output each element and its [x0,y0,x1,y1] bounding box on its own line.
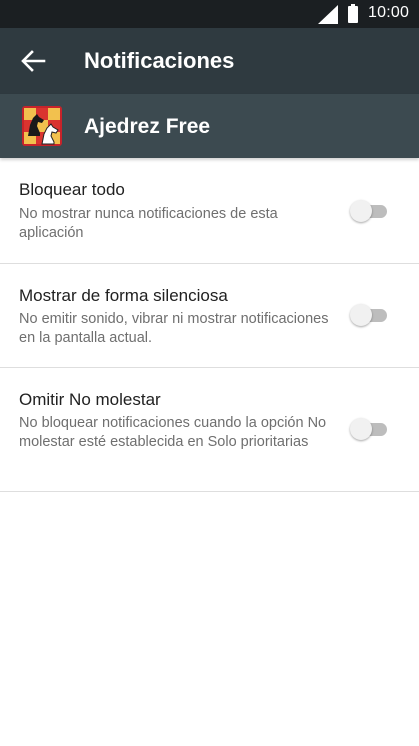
override-dnd-toggle[interactable] [350,418,388,440]
setting-description: No mostrar nunca notificaciones de esta … [19,206,278,241]
back-button[interactable] [20,49,46,73]
show-silently-toggle[interactable] [350,304,388,326]
setting-description: No emitir sonido, vibrar ni mostrar noti… [19,311,329,346]
status-bar: 10:00 [0,0,419,28]
setting-title: Mostrar de forma silenciosa [19,286,228,305]
page-title: Notificaciones [84,48,235,73]
setting-block-all[interactable]: Bloquear todo No mostrar nunca notificac… [0,158,419,264]
app-header: Ajedrez Free [0,94,419,158]
setting-description: No bloquear notificaciones cuando la opc… [19,415,327,450]
block-all-toggle[interactable] [350,200,388,222]
signal-icon [318,5,338,24]
setting-title: Omitir No molestar [19,390,161,409]
setting-override-dnd[interactable]: Omitir No molestar No bloquear notificac… [0,368,419,492]
battery-icon [348,4,358,23]
chess-knight-icon [22,106,62,146]
app-name: Ajedrez Free [84,115,211,138]
setting-title: Bloquear todo [19,180,125,199]
arrow-left-icon [21,50,46,72]
status-time: 10:00 [368,4,410,21]
setting-show-silently[interactable]: Mostrar de forma silenciosa No emitir so… [0,264,419,368]
toolbar: Notificaciones [0,28,419,94]
